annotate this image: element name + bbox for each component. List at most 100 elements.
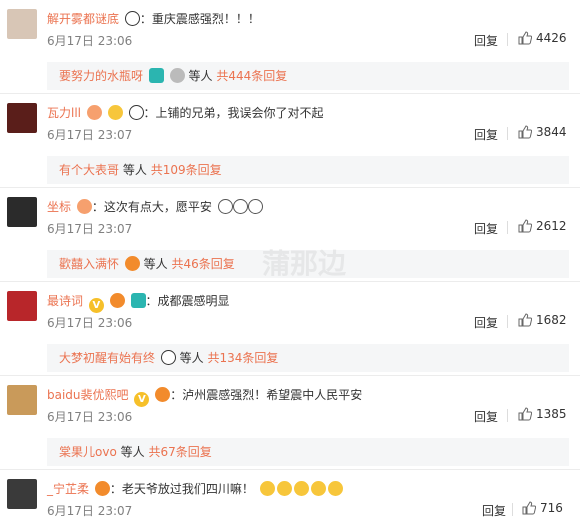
pleading-emoji-icon <box>310 481 326 496</box>
comment-time: 6月17日 23:06 <box>47 410 133 424</box>
comment-item: 最诗词 V ：成都震感明显 6月17日 23:06 回复 1682 大梦初醒有始… <box>0 282 580 376</box>
comment-time: 6月17日 23:06 <box>47 34 133 48</box>
username-link[interactable]: _宁芷柔 <box>47 482 89 496</box>
panda-emoji-icon <box>160 350 176 365</box>
thumbs-up-icon <box>518 407 533 421</box>
medal-icon <box>169 68 185 83</box>
like-button[interactable]: 1682 <box>518 313 567 327</box>
comment-content: _宁芷柔 ：老天爷放过我们四川嘛！ <box>47 480 343 498</box>
comment-time: 6月17日 23:07 <box>47 128 133 142</box>
like-count: 3844 <box>536 125 567 139</box>
comment-content: 坐标 ：这次有点大，愿平安 <box>47 198 263 216</box>
sub-reply-user[interactable]: 歡囍入满怀 <box>59 257 119 271</box>
comment-item: 解开雾都谜底 ：重庆震感强烈！！！ 6月17日 23:06 回复 4426 要努… <box>0 0 580 94</box>
comment-item: baidu裴优熙吧 V ：泸州震感强烈！希望震中人民平安 6月17日 23:06… <box>0 376 580 470</box>
vip-badge-icon <box>94 481 110 496</box>
praying-emoji-icon <box>232 199 248 214</box>
sub-reply-count[interactable]: 共444条回复 <box>216 69 287 83</box>
like-count: 716 <box>540 501 563 515</box>
avatar[interactable] <box>7 9 37 39</box>
panda-emoji-icon <box>128 105 144 120</box>
like-button[interactable]: 3844 <box>518 125 567 139</box>
like-count: 1682 <box>536 313 567 327</box>
comment-item: 瓦力lll ：上铺的兄弟，我误会你了对不起 6月17日 23:07 回复 384… <box>0 94 580 188</box>
pleading-emoji-icon <box>327 481 343 496</box>
avatar[interactable] <box>7 479 37 509</box>
comment-text: 泸州震感强烈！希望震中人民平安 <box>182 388 363 402</box>
comment-time: 6月17日 23:06 <box>47 316 133 330</box>
like-count: 4426 <box>536 31 567 45</box>
username-link[interactable]: 解开雾都谜底 <box>47 12 119 26</box>
panda-emoji-icon <box>124 11 140 26</box>
praying-emoji-icon <box>247 199 263 214</box>
sub-replies[interactable]: 要努力的水瓶呀 等人 共444条回复 <box>47 62 569 90</box>
comment-text: 成都震感明显 <box>157 294 230 308</box>
comment-text: 这次有点大，愿平安 <box>103 200 212 214</box>
divider <box>507 221 508 234</box>
vip-badge-icon <box>155 387 171 402</box>
thumbs-up-icon <box>518 125 533 139</box>
divider <box>512 503 513 516</box>
reply-button[interactable]: 回复 <box>474 32 498 49</box>
sub-reply-user[interactable]: 有个大表哥 <box>59 163 119 177</box>
sub-reply-count[interactable]: 共109条回复 <box>151 163 222 177</box>
comment-content: baidu裴优熙吧 V ：泸州震感强烈！希望震中人民平安 <box>47 387 363 407</box>
divider <box>507 127 508 140</box>
badge-icon <box>86 105 102 120</box>
watermark: 蒲那边 <box>262 247 347 280</box>
comment-item: _宁芷柔 ：老天爷放过我们四川嘛！ 6月17日 23:07 回复 716 <box>0 470 580 530</box>
sub-reply-user[interactable]: 大梦初醒有始有终 <box>59 351 155 365</box>
divider <box>507 409 508 422</box>
sub-reply-count[interactable]: 共46条回复 <box>172 257 235 271</box>
vip-badge-icon <box>124 256 140 271</box>
sub-reply-user[interactable]: 棠果儿ovo <box>59 445 117 459</box>
avatar[interactable] <box>7 385 37 415</box>
thumbs-up-icon <box>518 313 533 327</box>
badge-icon <box>76 199 92 214</box>
thumbs-up-icon <box>518 31 533 45</box>
sub-reply-count[interactable]: 共67条回复 <box>148 445 211 459</box>
thumbs-up-icon <box>518 219 533 233</box>
sub-replies[interactable]: 棠果儿ovo 等人 共67条回复 <box>47 438 569 466</box>
username-link[interactable]: 最诗词 <box>47 294 83 308</box>
avatar[interactable] <box>7 197 37 227</box>
like-button[interactable]: 2612 <box>518 219 567 233</box>
divider <box>507 315 508 328</box>
praying-emoji-icon <box>217 199 233 214</box>
divider <box>507 33 508 46</box>
reply-button[interactable]: 回复 <box>474 314 498 331</box>
username-link[interactable]: 坐标 <box>47 200 71 214</box>
reply-button[interactable]: 回复 <box>474 220 498 237</box>
thumbs-up-icon <box>522 501 537 515</box>
verified-v-icon: V <box>134 392 150 407</box>
reply-button[interactable]: 回复 <box>474 126 498 143</box>
like-button[interactable]: 4426 <box>518 31 567 45</box>
comment-time: 6月17日 23:07 <box>47 504 133 518</box>
comment-list: 解开雾都谜底 ：重庆震感强烈！！！ 6月17日 23:06 回复 4426 要努… <box>0 0 580 530</box>
pleading-emoji-icon <box>293 481 309 496</box>
username-link[interactable]: 瓦力lll <box>47 106 81 120</box>
avatar[interactable] <box>7 103 37 133</box>
comment-content: 最诗词 V ：成都震感明显 <box>47 293 230 313</box>
like-count: 1385 <box>536 407 567 421</box>
emoji-icon <box>148 68 164 83</box>
like-button[interactable]: 1385 <box>518 407 567 421</box>
vip-badge-icon <box>109 293 125 308</box>
sub-replies[interactable]: 大梦初醒有始有终 等人 共134条回复 <box>47 344 569 372</box>
comment-content: 解开雾都谜底 ：重庆震感强烈！！！ <box>47 11 260 26</box>
reply-button[interactable]: 回复 <box>474 408 498 425</box>
comment-text: 上铺的兄弟，我误会你了对不起 <box>155 106 324 120</box>
emoji-icon <box>130 293 146 308</box>
pleading-emoji-icon <box>276 481 292 496</box>
comment-time: 6月17日 23:07 <box>47 222 133 236</box>
reply-button[interactable]: 回复 <box>482 502 506 519</box>
verified-v-icon: V <box>88 298 104 313</box>
sub-replies[interactable]: 有个大表哥 等人 共109条回复 <box>47 156 569 184</box>
sub-reply-user[interactable]: 要努力的水瓶呀 <box>59 69 143 83</box>
username-link[interactable]: baidu裴优熙吧 <box>47 388 129 402</box>
avatar[interactable] <box>7 291 37 321</box>
sub-reply-count[interactable]: 共134条回复 <box>208 351 279 365</box>
pleading-emoji-icon <box>259 481 275 496</box>
like-button[interactable]: 716 <box>522 501 563 515</box>
comment-content: 瓦力lll ：上铺的兄弟，我误会你了对不起 <box>47 105 324 120</box>
